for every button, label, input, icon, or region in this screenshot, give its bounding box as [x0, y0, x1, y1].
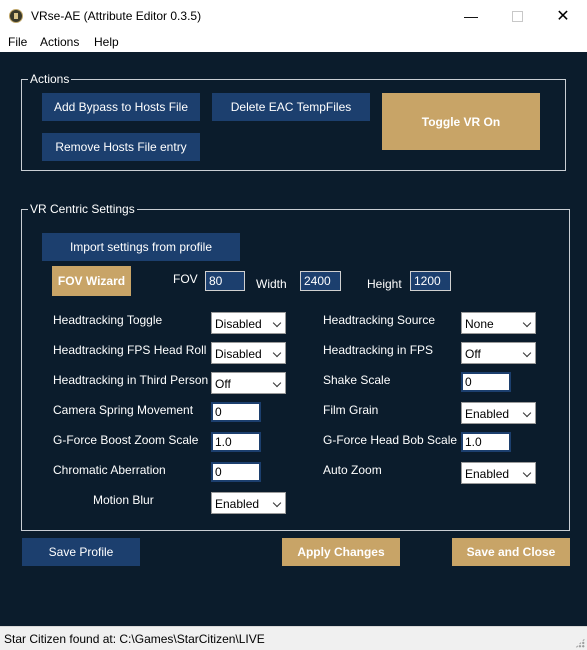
main-panel: Actions Add Bypass to Hosts File Delete …: [0, 52, 587, 626]
chevron-down-icon: [522, 408, 532, 418]
maximize-button[interactable]: [494, 0, 540, 32]
remove-hosts-button[interactable]: Remove Hosts File entry: [42, 133, 200, 161]
width-label: Width: [256, 277, 287, 291]
actions-group-legend: Actions: [28, 72, 72, 86]
headtracking-fps-select[interactable]: Off: [461, 342, 536, 364]
motion-blur-select[interactable]: Enabled: [211, 492, 286, 514]
chevron-down-icon: [272, 378, 282, 388]
menu-help[interactable]: Help: [94, 35, 119, 49]
chevron-down-icon: [272, 318, 282, 328]
third-person-label: Headtracking in Third Person: [53, 373, 209, 387]
film-grain-label: Film Grain: [323, 403, 379, 417]
delete-eac-button[interactable]: Delete EAC TempFiles: [212, 93, 370, 121]
save-profile-button[interactable]: Save Profile: [22, 538, 140, 566]
import-settings-button[interactable]: Import settings from profile: [42, 233, 240, 261]
menu-bar: File Actions Help: [0, 32, 587, 52]
save-and-close-button[interactable]: Save and Close: [452, 538, 570, 566]
height-input[interactable]: 1200: [410, 271, 451, 291]
camera-spring-input[interactable]: 0: [211, 402, 261, 422]
vr-settings-group-legend: VR Centric Settings: [28, 202, 137, 216]
head-bob-label: G-Force Head Bob Scale: [323, 433, 458, 447]
title-bar: VRse-AE (Attribute Editor 0.3.5) — ✕: [0, 0, 587, 32]
width-input[interactable]: 2400: [300, 271, 341, 291]
fov-label: FOV: [173, 272, 198, 286]
film-grain-select[interactable]: Enabled: [461, 402, 536, 424]
headtracking-toggle-value: Disabled: [215, 317, 262, 331]
shake-scale-input[interactable]: 0: [461, 372, 511, 392]
shake-scale-label: Shake Scale: [323, 373, 391, 387]
auto-zoom-label: Auto Zoom: [323, 463, 382, 477]
camera-spring-label: Camera Spring Movement: [53, 403, 194, 417]
head-roll-select[interactable]: Disabled: [211, 342, 286, 364]
headtracking-source-label: Headtracking Source: [323, 313, 436, 327]
close-icon: ✕: [556, 8, 570, 25]
head-bob-input[interactable]: 1.0: [461, 432, 511, 452]
headtracking-fps-label: Headtracking in FPS: [323, 343, 434, 357]
window-title: VRse-AE (Attribute Editor 0.3.5): [31, 9, 202, 23]
resize-grip-icon[interactable]: [575, 638, 585, 648]
head-roll-value: Disabled: [215, 347, 262, 361]
film-grain-value: Enabled: [465, 407, 510, 421]
apply-changes-button[interactable]: Apply Changes: [282, 538, 400, 566]
third-person-select[interactable]: Off: [211, 372, 286, 394]
chevron-down-icon: [272, 348, 282, 358]
maximize-icon: [511, 10, 523, 22]
headtracking-source-select[interactable]: None: [461, 312, 536, 334]
status-text: Star Citizen found at: C:\Games\StarCiti…: [4, 632, 265, 646]
chevron-down-icon: [522, 318, 532, 328]
toggle-vr-button[interactable]: Toggle VR On: [382, 93, 540, 150]
minimize-icon: —: [464, 8, 478, 24]
headtracking-source-value: None: [465, 317, 494, 331]
chevron-down-icon: [522, 348, 532, 358]
close-button[interactable]: ✕: [540, 0, 586, 32]
status-bar: Star Citizen found at: C:\Games\StarCiti…: [0, 626, 587, 650]
fov-wizard-button[interactable]: FOV Wizard: [52, 266, 131, 296]
headtracking-toggle-label: Headtracking Toggle: [53, 313, 163, 327]
app-logo-icon: [9, 9, 23, 23]
motion-blur-label: Motion Blur: [93, 493, 154, 507]
motion-blur-value: Enabled: [215, 497, 260, 511]
auto-zoom-select[interactable]: Enabled: [461, 462, 536, 484]
gforce-zoom-input[interactable]: 1.0: [211, 432, 261, 452]
auto-zoom-value: Enabled: [465, 467, 510, 481]
gforce-zoom-label: G-Force Boost Zoom Scale: [53, 433, 199, 447]
headtracking-toggle-select[interactable]: Disabled: [211, 312, 286, 334]
chevron-down-icon: [522, 468, 532, 478]
minimize-button[interactable]: —: [448, 0, 494, 32]
menu-actions[interactable]: Actions: [40, 35, 79, 49]
third-person-value: Off: [215, 377, 231, 391]
headtracking-fps-value: Off: [465, 347, 481, 361]
chevron-down-icon: [272, 498, 282, 508]
height-label: Height: [367, 277, 402, 291]
chromatic-aberration-label: Chromatic Aberration: [53, 463, 166, 477]
menu-file[interactable]: File: [8, 35, 27, 49]
chromatic-aberration-input[interactable]: 0: [211, 462, 261, 482]
add-bypass-button[interactable]: Add Bypass to Hosts File: [42, 93, 200, 121]
fov-input[interactable]: 80: [205, 271, 245, 291]
head-roll-label: Headtracking FPS Head Roll: [53, 343, 207, 357]
